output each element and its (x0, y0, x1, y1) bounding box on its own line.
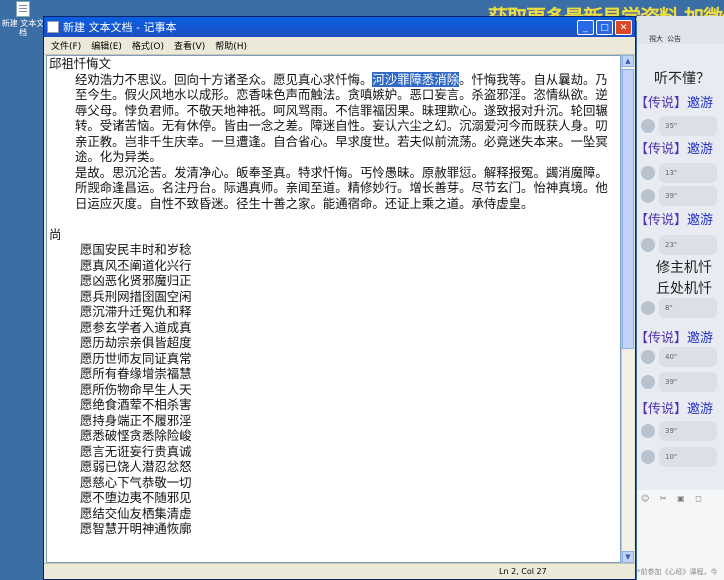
chat-text-line: 修主机忏 (656, 260, 712, 276)
menu-view[interactable]: 查看(V) (169, 39, 210, 52)
vow-line: 愿所伤物命早生人天 (80, 381, 192, 397)
chat-input-area[interactable]: ☺ ✂ ▣ ◻ *前参加《心经》课程，今 (637, 490, 724, 580)
vow-line: 愿历劫宗亲俱皆超度 (80, 335, 192, 350)
chat-sender-line: 【传说】邀游 (637, 92, 713, 111)
voice-message[interactable]: 39" (659, 421, 717, 441)
chat-sender-line: 【传说】邀游 (637, 398, 713, 417)
menu-help[interactable]: 帮助(H) (210, 39, 252, 52)
close-button[interactable]: ✕ (615, 19, 632, 35)
chat-panel: 視大 公告 听不懂？ 【传说】邀游 【传说】邀游 【传说】邀游 【传说】邀游 【传说】邀游… (637, 16, 724, 580)
document-title: 邱祖忏悔文 (49, 56, 111, 71)
notepad-window: 新建 文本文档 - 记事本 _ □ ✕ 文件(F) 编辑(E) 格式(O) 查看… (43, 16, 636, 580)
notepad-icon (47, 21, 59, 33)
paragraph-1: 经劝浩力不思议。回向十方诸圣众。愿见真心求忏悔。河沙罪障悉消除。忏悔我等。自从曩… (49, 71, 620, 165)
shang-line: 尚 (49, 226, 62, 242)
vow-line: 愿慈心下气恭敬一切 (80, 474, 192, 490)
text-file-icon (16, 1, 30, 17)
menu-edit[interactable]: 编辑(E) (86, 39, 127, 52)
sender-name: 邀游 (687, 402, 714, 417)
vow-line: 愿沉滞升迁冤仇和释 (80, 304, 192, 319)
avatar (641, 424, 655, 438)
vow-line: 愿智慧开明神通恢廓 (80, 521, 192, 536)
title-bar[interactable]: 新建 文本文档 - 记事本 _ □ ✕ (44, 17, 635, 37)
maximize-button[interactable]: □ (596, 19, 613, 35)
chat-text-line: 丘处机忏 (656, 281, 712, 297)
chat-toolbar[interactable]: ☺ ✂ ▣ ◻ (637, 490, 724, 507)
chat-sender-line: 【传说】邀游 (637, 327, 713, 346)
vow-line: 愿凶恶化贤邪魔归正 (80, 273, 192, 288)
status-bar: Ln 2, Col 27 (44, 563, 635, 579)
chat-sender-line: 【传说】邀游 (637, 209, 713, 228)
voice-message[interactable]: 13" (659, 163, 717, 183)
menu-file[interactable]: 文件(F) (46, 39, 86, 52)
chat-top-item[interactable]: 公告 (667, 34, 681, 44)
avatar (641, 375, 655, 389)
p1-text-before: 经劝浩力不思议。回向十方诸圣众。愿见真心求忏悔。 (75, 71, 373, 87)
vow-line: 愿悉破悭贪悉除险峻 (80, 428, 192, 443)
vow-line: 愿所有眷缘增崇福慧 (80, 366, 192, 381)
voice-message[interactable]: 40" (659, 347, 717, 367)
avatar (641, 350, 655, 364)
sender-badge: 【传说】 (637, 331, 688, 346)
desktop-icon-label: 新建 文本文档 (1, 19, 45, 37)
window-title: 新建 文本文档 - 记事本 (63, 21, 177, 34)
scroll-thumb[interactable] (622, 69, 634, 349)
vow-line: 愿历世师友同证真常 (80, 350, 192, 366)
voice-message[interactable]: 35" (659, 116, 717, 136)
sender-badge: 【传说】 (637, 142, 688, 157)
avatar (641, 119, 655, 133)
selected-text: 河沙罪障悉消除 (372, 71, 460, 87)
desktop-icon-text-file[interactable]: 新建 文本文档 (1, 0, 45, 37)
scroll-up-icon[interactable]: ▲ (622, 55, 634, 67)
voice-message[interactable]: 39" (659, 186, 717, 206)
cursor-position: Ln 2, Col 27 (499, 567, 547, 576)
vow-line: 愿结交仙友栖集清虚 (80, 505, 192, 521)
chat-hint: *前参加《心经》课程，今 (637, 568, 718, 576)
voice-message[interactable]: 39" (659, 372, 717, 392)
vow-line: 愿不堕边夷不随邪见 (80, 490, 192, 505)
sender-badge: 【传说】 (637, 213, 688, 228)
chat-sender-line: 【传说】邀游 (637, 138, 713, 157)
sender-badge: 【传说】 (637, 402, 688, 417)
menu-format[interactable]: 格式(O) (127, 39, 169, 52)
paragraph-2: 是故。思沉沦苦。发清净心。皈奉圣真。特求忏悔。丐怜愚昧。原赦罪愆。解释报冤。蠲消… (75, 164, 608, 211)
menu-bar: 文件(F) 编辑(E) 格式(O) 查看(V) 帮助(H) (44, 37, 635, 55)
vow-line: 愿绝食酒荤不相杀害 (80, 397, 192, 412)
voice-message[interactable]: 8" (659, 298, 717, 318)
avatar (641, 166, 655, 180)
avatar (641, 450, 655, 464)
sender-name: 邀游 (687, 142, 714, 157)
chat-top-item[interactable]: 視大 (649, 34, 663, 44)
vow-line: 愿言无诳妄行贵真诚 (80, 443, 192, 459)
chat-question: 听不懂？ (654, 71, 710, 87)
vow-line: 愿持身端正不履邪淫 (80, 412, 192, 428)
vow-line: 愿国安民丰时和岁稔 (80, 242, 192, 257)
text-editor[interactable]: 邱祖忏悔文 经劝浩力不思议。回向十方诸圣众。愿见真心求忏悔。河沙罪障悉消除。忏悔… (46, 55, 621, 563)
avatar (641, 301, 655, 315)
avatar (641, 238, 655, 252)
chat-top-bar: 視大 公告 (637, 16, 724, 44)
voice-message[interactable]: 10" (659, 447, 717, 467)
avatar (641, 189, 655, 203)
vow-line: 愿真风丕阐道化兴行 (80, 257, 192, 273)
voice-message[interactable]: 23" (659, 235, 717, 255)
sender-badge: 【传说】 (637, 96, 688, 111)
sender-name: 邀游 (687, 213, 714, 228)
vow-list: 愿国安民丰时和岁稔 愿真风丕阐道化兴行 愿凶恶化贤邪魔归正 愿兵刑网措囹圄空闲 愿沉滞升… (49, 242, 620, 537)
vertical-scrollbar[interactable]: ▲ ▼ (621, 55, 634, 563)
scroll-down-icon[interactable]: ▼ (622, 551, 634, 563)
vow-line: 愿弱已饶人潜忍忿怒 (80, 459, 192, 474)
vow-line: 愿兵刑网措囹圄空闲 (80, 288, 192, 304)
sender-name: 邀游 (687, 96, 714, 111)
minimize-button[interactable]: _ (577, 19, 594, 35)
sender-name: 邀游 (687, 331, 714, 346)
vow-line: 愿参玄学者入道成真 (80, 319, 192, 335)
